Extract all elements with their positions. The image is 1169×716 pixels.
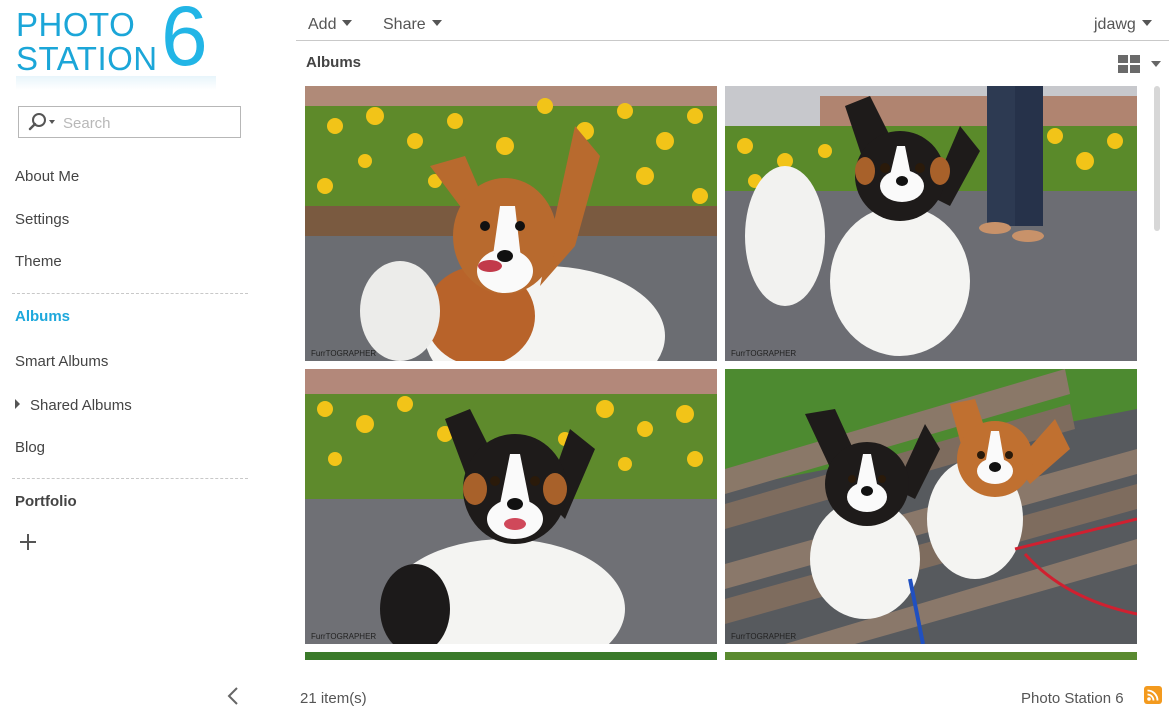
- logo-text-line2: STATION: [16, 40, 158, 77]
- sidebar-item-albums[interactable]: Albums: [15, 308, 70, 325]
- collapse-sidebar-icon[interactable]: [225, 685, 241, 707]
- item-count: 21 item(s): [300, 690, 367, 707]
- logo-reflection: [16, 76, 216, 90]
- sidebar-item-settings[interactable]: Settings: [15, 211, 69, 228]
- svg-text:FurrTOGRAPHER: FurrTOGRAPHER: [311, 632, 376, 641]
- sidebar-item-shared-albums[interactable]: Shared Albums: [15, 397, 132, 414]
- sidebar-item-label: Shared Albums: [30, 397, 132, 414]
- expand-arrow-icon[interactable]: [15, 399, 20, 409]
- album-thumbnail[interactable]: FurrTOGRAPHER: [305, 86, 717, 361]
- chevron-down-icon: [1141, 20, 1152, 26]
- sidebar-item-blog[interactable]: Blog: [15, 439, 45, 456]
- view-options-chevron-icon[interactable]: [1151, 61, 1161, 67]
- top-toolbar: Add Share jdawg: [296, 0, 1169, 41]
- svg-text:FurrTOGRAPHER: FurrTOGRAPHER: [731, 349, 796, 358]
- sidebar-divider: [12, 293, 248, 294]
- album-thumbnail[interactable]: [305, 652, 717, 660]
- sidebar-item-about-me[interactable]: About Me: [15, 168, 79, 185]
- add-portfolio-icon[interactable]: [19, 533, 37, 551]
- search-box[interactable]: [18, 106, 241, 138]
- album-thumbnail[interactable]: FurrTOGRAPHER: [305, 369, 717, 644]
- svg-text:FurrTOGRAPHER: FurrTOGRAPHER: [311, 349, 376, 358]
- search-input[interactable]: [63, 113, 233, 133]
- grid-view-icon[interactable]: [1118, 55, 1142, 74]
- user-menu-button[interactable]: jdawg: [1094, 16, 1152, 34]
- share-menu-label: Share: [383, 16, 426, 33]
- share-menu-button[interactable]: Share: [383, 16, 442, 34]
- search-icon[interactable]: [27, 112, 57, 132]
- album-thumbnail[interactable]: FurrTOGRAPHER: [725, 369, 1137, 644]
- sidebar-item-theme[interactable]: Theme: [15, 253, 62, 270]
- sidebar: PHOTO STATION 6 About Me Settings Theme …: [0, 0, 262, 716]
- chevron-down-icon: [431, 20, 442, 26]
- logo-text-line1: PHOTO: [16, 6, 136, 43]
- vertical-scrollbar[interactable]: [1154, 86, 1160, 231]
- photo-station-logo[interactable]: PHOTO STATION 6: [16, 0, 216, 90]
- footer-brand: Photo Station 6: [1021, 690, 1124, 707]
- album-thumbnail[interactable]: FurrTOGRAPHER: [725, 86, 1137, 361]
- sidebar-divider: [12, 478, 248, 479]
- rss-icon[interactable]: [1144, 686, 1162, 704]
- logo-version: 6: [161, 0, 208, 83]
- album-thumbnail[interactable]: [725, 652, 1137, 660]
- add-menu-label: Add: [308, 16, 337, 33]
- user-name: jdawg: [1094, 16, 1136, 33]
- add-menu-button[interactable]: Add: [308, 16, 353, 34]
- svg-text:FurrTOGRAPHER: FurrTOGRAPHER: [731, 632, 796, 641]
- page-title: Albums: [306, 54, 362, 71]
- chevron-down-icon: [342, 20, 353, 26]
- sidebar-item-smart-albums[interactable]: Smart Albums: [15, 353, 108, 370]
- album-grid: FurrTOGRAPHER FurrTOGRAPHER FurrTOGRAPHE…: [305, 86, 1137, 660]
- sidebar-item-portfolio[interactable]: Portfolio: [15, 493, 77, 510]
